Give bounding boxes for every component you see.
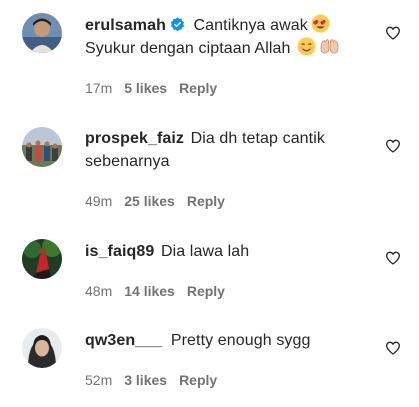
heart-outline-icon[interactable]	[385, 25, 401, 41]
comment-text-line: Pretty enough sygg	[170, 332, 311, 349]
username[interactable]: qw3en___	[85, 332, 162, 349]
heart-outline-icon[interactable]	[385, 250, 401, 266]
comment-text-line: Dia dh tetap cantik	[190, 130, 325, 147]
comment-text-line: Syukur dengan ciptaan Allah	[85, 40, 291, 57]
avatar[interactable]	[22, 239, 62, 279]
username[interactable]: prospek_faiz	[85, 130, 184, 147]
likes-count[interactable]: 3 likes	[124, 372, 167, 388]
heart-outline-icon[interactable]	[385, 138, 401, 154]
reply-button[interactable]: Reply	[179, 80, 217, 96]
reply-button[interactable]: Reply	[179, 372, 217, 388]
username[interactable]: is_faiq89	[85, 243, 154, 260]
likes-count[interactable]: 25 likes	[124, 193, 175, 209]
heart-eyes-emoji	[311, 14, 330, 33]
comment-meta: 52m 3 likes Reply	[85, 372, 217, 388]
timestamp: 49m	[85, 193, 113, 209]
comment-text-line: Cantiknya awak	[193, 17, 308, 34]
comment-meta: 17m 5 likes Reply	[85, 80, 217, 96]
palms-up-emoji	[320, 37, 339, 56]
verified-badge-icon	[170, 17, 185, 32]
timestamp: 52m	[85, 372, 113, 388]
reply-button[interactable]: Reply	[187, 193, 225, 209]
username[interactable]: erulsamah	[85, 17, 166, 34]
avatar[interactable]	[22, 13, 62, 53]
comment-meta: 48m 14 likes Reply	[85, 283, 225, 299]
avatar[interactable]	[22, 328, 62, 368]
smiling-face-emoji	[296, 37, 316, 56]
comment-text: is_faiq89 Dia lawa lah	[85, 240, 385, 263]
reply-button[interactable]: Reply	[187, 283, 225, 299]
likes-count[interactable]: 5 likes	[124, 80, 167, 96]
comment-text: qw3en___ Pretty enough sygg	[85, 329, 385, 352]
likes-count[interactable]: 14 likes	[124, 283, 175, 299]
comment-meta: 49m 25 likes Reply	[85, 193, 225, 209]
timestamp: 17m	[85, 80, 113, 96]
comment-text-line: Dia lawa lah	[160, 243, 250, 260]
heart-outline-icon[interactable]	[385, 340, 401, 356]
avatar[interactable]	[22, 127, 62, 167]
timestamp: 48m	[85, 283, 113, 299]
comment-text-line: sebenarnya	[85, 153, 170, 170]
comment-text: erulsamah Cantiknya awak Syukur dengan c…	[85, 14, 385, 60]
comment-text: prospek_faiz Dia dh tetap cantik sebenar…	[85, 127, 385, 173]
